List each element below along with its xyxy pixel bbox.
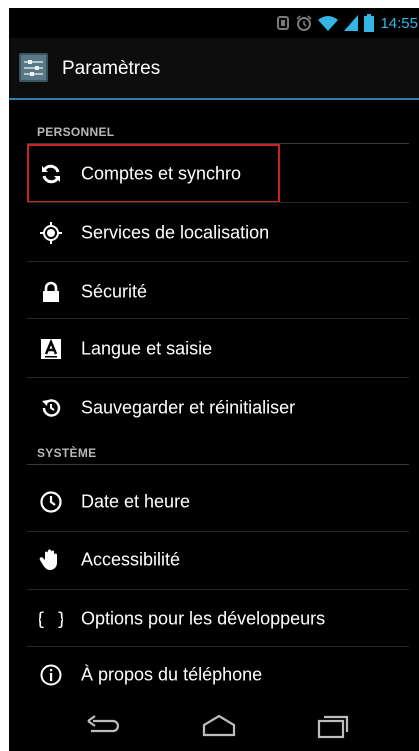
alarm-icon [296,15,313,31]
hand-icon [39,549,57,570]
section-header-system: SYSTÈME [37,446,97,460]
settings-item-language[interactable]: Langue et saisie [9,321,419,377]
phone-screen: 14:55 Paramètres PERSONNEL Comptes et sy… [9,8,419,751]
settings-item-backup-reset[interactable]: Sauvegarder et réinitialiser [9,380,419,436]
settings-item-about-phone[interactable]: À propos du téléphone [9,647,419,703]
language-icon [41,338,61,359]
action-bar: Paramètres [9,38,419,100]
settings-item-accessibility[interactable]: Accessibilité [9,532,419,588]
item-divider [27,377,409,378]
status-time: 14:55 [380,14,418,32]
clock-icon [40,491,62,513]
item-divider [27,261,409,262]
page-title: Paramètres [62,58,161,79]
location-icon [40,222,62,244]
back-icon[interactable] [79,711,123,741]
recent-apps-icon[interactable] [311,711,355,741]
item-label: Date et heure [81,491,191,512]
sync-status-icon [277,16,290,30]
item-label: Sauvegarder et réinitialiser [81,397,296,418]
item-label: Langue et saisie [81,338,213,359]
status-icons: 14:55 [276,8,419,38]
signal-icon [344,15,359,31]
item-divider [27,318,409,319]
section-header-personnel: PERSONNEL [37,125,115,139]
item-divider [27,202,409,203]
battery-icon [364,14,375,32]
item-label: Services de localisation [81,222,270,243]
item-divider [27,589,409,590]
navigation-bar [9,701,419,751]
item-label: Options pour les développeurs [81,608,326,629]
section-divider [27,464,409,465]
item-label: Sécurité [81,281,148,302]
wifi-icon [318,16,339,31]
braces-icon: { } [39,609,63,630]
settings-item-developer-options[interactable]: { } Options pour les développeurs [9,591,419,647]
item-label: À propos du téléphone [81,664,263,685]
status-bar: 14:55 [9,8,419,38]
lock-icon [43,281,59,302]
settings-item-location[interactable]: Services de localisation [9,205,419,261]
settings-item-security[interactable]: Sécurité [9,264,419,320]
settings-app-icon[interactable] [19,53,48,82]
settings-item-date-time[interactable]: Date et heure [9,474,419,530]
info-icon [40,664,62,686]
item-label: Accessibilité [81,549,181,570]
svg-text:{ }: { } [39,609,63,630]
backup-icon [42,399,61,417]
highlight-box [27,144,280,203]
home-icon[interactable] [197,711,241,741]
